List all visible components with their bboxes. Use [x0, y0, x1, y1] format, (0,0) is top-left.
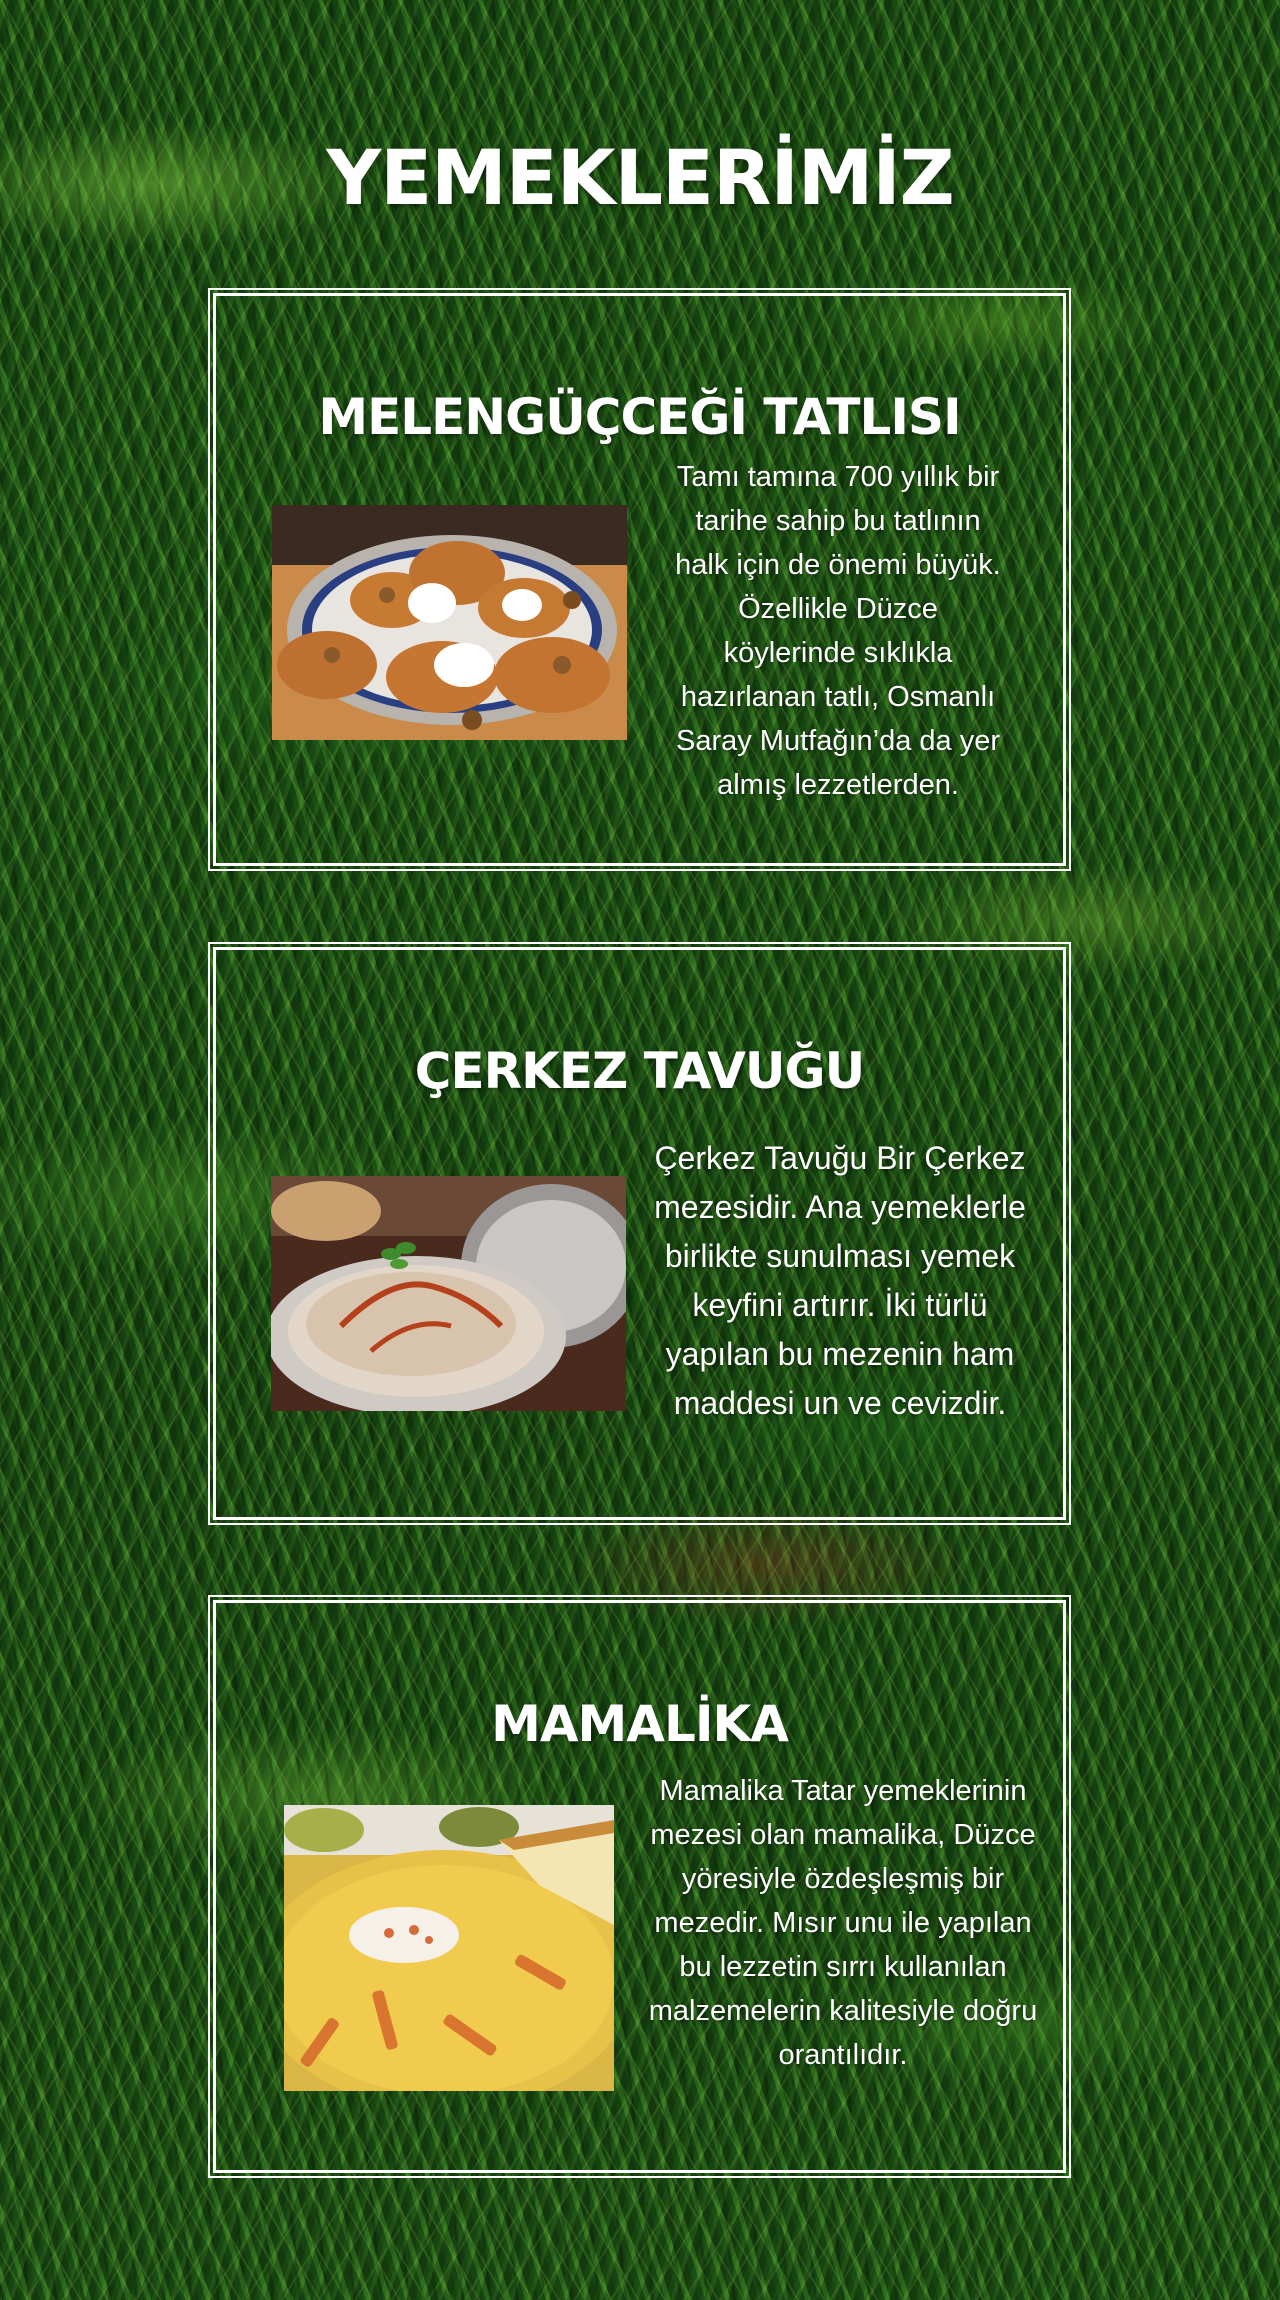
mamalika-photo [284, 1805, 614, 2091]
dish-description: Tamı tamına 700 yıllık bir tarihe sahip … [675, 461, 1001, 801]
dish-card-mamalika: MAMALİKA Mamalika Tatar yemeklerinin mez… [208, 1595, 1071, 2178]
dish-title: MELENGÜÇCEĞİ TATLISI [318, 387, 961, 446]
dish-card-cerkez-tavugu: ÇERKEZ TAVUĞU Çerkez Tavuğu Bir Çerkez m… [208, 942, 1071, 1525]
dish-description: Mamalika Tatar yemeklerinin mezesi olan … [648, 1775, 1038, 2071]
dish-description: Çerkez Tavuğu Bir Çerkez mezesidir. Ana … [654, 1140, 1026, 1421]
page-title: YEMEKLERİMİZ [326, 132, 955, 222]
dish-title: MAMALİKA [491, 1694, 789, 1753]
dish-title: ÇERKEZ TAVUĞU [414, 1041, 865, 1100]
dish-card-melengucegi: MELENGÜÇCEĞİ TATLISI Tamı tamına 700 yıl… [208, 288, 1071, 871]
melengucegi-photo [272, 505, 627, 740]
cerkez-tavugu-photo [271, 1176, 626, 1411]
